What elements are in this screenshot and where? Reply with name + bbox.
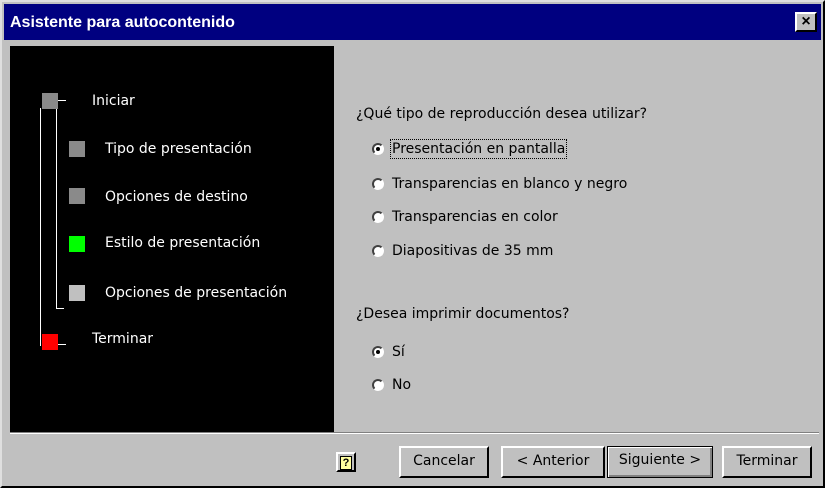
help-icon: ? [340, 456, 352, 470]
step-marker-icon [69, 141, 85, 157]
radio-label: No [392, 377, 412, 393]
footer-divider [10, 432, 819, 434]
step-label: Iniciar [92, 93, 135, 109]
close-icon: × [801, 13, 811, 30]
radio-selected-dot [376, 350, 380, 354]
radio-button-icon [372, 245, 384, 257]
radio-label: Presentación en pantalla [389, 139, 568, 159]
connector-line [56, 308, 64, 309]
radio-label: Transparencias en color [392, 209, 558, 225]
back-button[interactable]: < Anterior [501, 446, 605, 478]
close-button[interactable]: × [795, 12, 817, 32]
radio-button-icon [372, 211, 384, 223]
cancel-button[interactable]: Cancelar [399, 446, 489, 478]
step-marker-icon [69, 188, 85, 204]
step-label: Tipo de presentación [105, 141, 252, 157]
step-label: Terminar [92, 331, 154, 347]
options-panel: ¿Qué tipo de reproducción desea utilizar… [334, 46, 819, 426]
finish-button[interactable]: Terminar [722, 446, 812, 478]
step-label: Opciones de presentación [105, 285, 288, 301]
step-marker-icon [69, 285, 85, 301]
steps-panel: Iniciar Tipo de presentación Opciones de… [10, 46, 334, 432]
radio-button-icon [372, 346, 384, 358]
step-final-marker-icon [42, 334, 58, 350]
radio-label: Sí [392, 344, 405, 360]
radio-label: Diapositivas de 35 mm [392, 243, 554, 259]
help-button[interactable]: ? [336, 452, 356, 472]
next-button[interactable]: Siguiente > [607, 446, 713, 478]
print-question: ¿Desea imprimir documentos? [356, 306, 570, 322]
radio-label: Transparencias en blanco y negro [392, 176, 628, 192]
connector-line [40, 108, 41, 346]
radio-button-icon [372, 178, 384, 190]
wizard-dialog: Asistente para autocontenido × Iniciar T… [0, 0, 825, 488]
step-current-marker-icon [69, 236, 85, 252]
connector-line [56, 108, 57, 308]
step-label: Opciones de destino [105, 189, 248, 205]
radio-button-icon [372, 379, 384, 391]
window-title: Asistente para autocontenido [10, 14, 235, 31]
step-label: Estilo de presentación [105, 235, 261, 251]
title-bar[interactable]: Asistente para autocontenido × [4, 4, 821, 40]
output-type-question: ¿Qué tipo de reproducción desea utilizar… [356, 106, 648, 122]
radio-selected-dot [376, 147, 380, 151]
radio-button-icon [372, 143, 384, 155]
step-marker-icon [42, 93, 58, 109]
